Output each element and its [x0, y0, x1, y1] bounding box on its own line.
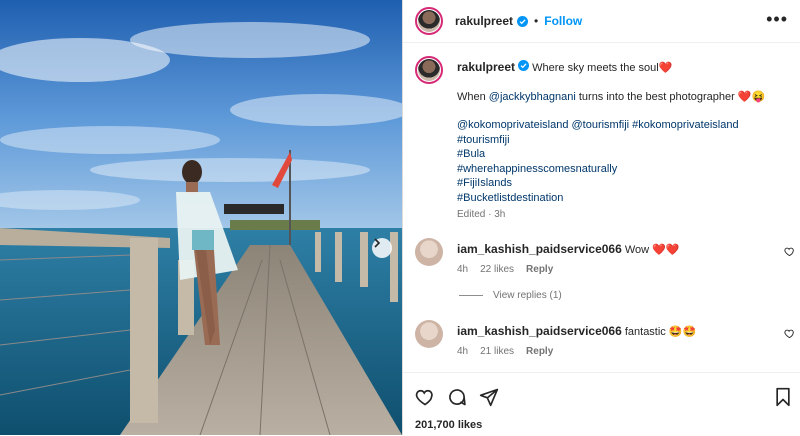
- divider: [459, 295, 483, 296]
- comment-text: iam_kashish_paidservice066 fantastic 🤩🤩: [457, 324, 696, 338]
- caption-meta: Edited · 3h: [457, 209, 506, 220]
- separator-dot: •: [534, 14, 539, 28]
- share-icon[interactable]: [479, 387, 499, 407]
- avatar[interactable]: [415, 320, 443, 348]
- username-link[interactable]: rakulpreet: [455, 14, 513, 28]
- comment-emoji: 🤩🤩: [668, 326, 697, 338]
- tags-line[interactable]: @kokomoprivateisland @tourismfiji #kokom…: [457, 118, 787, 133]
- comment-body: fantastic: [624, 326, 666, 338]
- comment-age: 4h: [457, 264, 469, 275]
- comment-username[interactable]: iam_kashish_paidservice066: [457, 324, 622, 338]
- heart-emoji: ❤️: [658, 62, 673, 74]
- comment-likes[interactable]: 21 likes: [480, 346, 514, 357]
- next-photo-button[interactable]: [372, 238, 392, 258]
- post-header: rakulpreet • Follow •••: [403, 0, 800, 43]
- reply-button[interactable]: Reply: [526, 264, 553, 275]
- comment-age: 4h: [457, 346, 469, 357]
- comment-meta: 4h 22 likes Reply: [457, 264, 553, 275]
- caption-text: Where sky meets the soul: [532, 62, 659, 74]
- follow-button[interactable]: Follow: [544, 14, 582, 28]
- caption-line-2: When @jackkybhagnani turns into the best…: [457, 90, 787, 105]
- heart-emoji: ❤️: [737, 90, 752, 103]
- caption-body: rakulpreet Where sky meets the soul❤️ Wh…: [457, 60, 787, 223]
- comment-meta: 4h 21 likes Reply: [457, 346, 553, 357]
- hashtag-link[interactable]: #wherehappinesscomesnaturally: [457, 162, 787, 177]
- action-bar: 201,700 likes: [403, 372, 800, 436]
- post-side-panel: rakulpreet • Follow ••• rakulpreet Where…: [402, 0, 800, 435]
- mention-link[interactable]: @jackkybhagnani: [489, 91, 576, 103]
- header-user: rakulpreet • Follow: [455, 14, 582, 28]
- instagram-post-window: rakulpreet • Follow ••• rakulpreet Where…: [0, 0, 800, 435]
- heart-icon[interactable]: [784, 328, 795, 339]
- hashtag-link[interactable]: #tourismfiji: [457, 133, 787, 148]
- hashtag-link[interactable]: #Bucketlistdestination: [457, 191, 787, 206]
- heart-icon[interactable]: [784, 246, 795, 257]
- chevron-right-icon: [374, 238, 381, 248]
- avatar[interactable]: [415, 238, 443, 266]
- view-replies-label: View replies (1): [493, 290, 562, 301]
- view-replies-button[interactable]: View replies (1): [459, 290, 562, 301]
- reply-button[interactable]: Reply: [526, 346, 553, 357]
- comment-icon[interactable]: [447, 387, 467, 407]
- caption-prefix: When: [457, 90, 489, 103]
- comment-likes[interactable]: 22 likes: [480, 264, 514, 275]
- hashtag-link[interactable]: #Bula: [457, 147, 787, 162]
- avatar[interactable]: [415, 7, 443, 35]
- post-photo-image: [0, 0, 402, 435]
- comment-text: iam_kashish_paidservice066 Wow ❤️❤️: [457, 242, 680, 256]
- face-emoji: 😝: [751, 90, 766, 103]
- verified-badge-icon: [517, 15, 529, 27]
- caption-line-1: rakulpreet Where sky meets the soul❤️: [457, 60, 787, 76]
- comment-emoji: ❤️❤️: [652, 244, 680, 256]
- comment-username[interactable]: iam_kashish_paidservice066: [457, 242, 622, 256]
- hashtag-link[interactable]: #FijiIslands: [457, 176, 787, 191]
- likes-count[interactable]: 201,700 likes: [415, 419, 482, 431]
- caption-suffix: turns into the best photographer: [575, 90, 735, 103]
- verified-badge-icon: [518, 60, 530, 71]
- caption-avatar[interactable]: [415, 56, 443, 84]
- comment-body: Wow: [624, 244, 650, 256]
- caption-username[interactable]: rakulpreet: [457, 60, 515, 74]
- bookmark-icon[interactable]: [773, 387, 793, 407]
- post-photo[interactable]: [0, 0, 402, 435]
- more-options-icon[interactable]: •••: [766, 10, 788, 28]
- heart-icon[interactable]: [415, 387, 435, 407]
